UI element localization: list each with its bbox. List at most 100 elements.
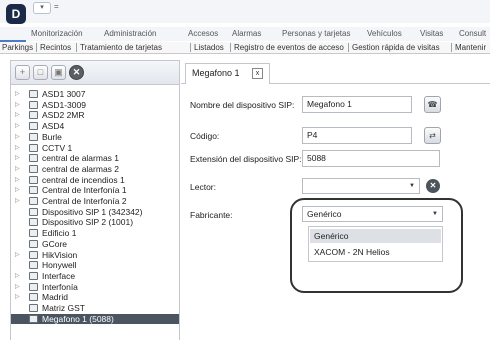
menu-vehiculos[interactable]: Vehículos [367, 29, 402, 38]
tree-item[interactable]: ▷ Central de Interfonía 1 [11, 185, 179, 195]
reader-icon [29, 90, 38, 98]
tree-item[interactable]: ▷ Interface [11, 271, 179, 281]
tool-tratamiento-tarjetas[interactable]: Tratamiento de tarjetas [80, 43, 162, 52]
controller-icon [29, 304, 38, 312]
intercom-icon [29, 282, 38, 291]
tool-gestion-visitas[interactable]: Gestion rápida de visitas [352, 43, 440, 52]
tree-item[interactable]: GCore [11, 239, 179, 249]
tree-item[interactable]: ▷ central de alarmas 2 [11, 164, 179, 174]
tree-item[interactable]: ▷ ASD4 [11, 121, 179, 131]
tree-item-label: central de alarmas 2 [42, 163, 120, 174]
megaphone-icon [29, 314, 38, 323]
tree-item-label: Edificio 1 [42, 228, 77, 239]
tool-recintos[interactable]: Recintos [40, 43, 71, 52]
generate-code-icon[interactable]: ⇄ [424, 127, 441, 144]
expand-arrow-icon[interactable]: ▷ [15, 271, 20, 281]
tree-item-label: CCTV 1 [42, 142, 73, 153]
tree-item-label: ASD4 [42, 121, 65, 132]
reader-select[interactable]: ▼ [302, 178, 420, 194]
menu-consultas[interactable]: Consult [459, 29, 486, 38]
tree-item[interactable]: ▷ CCTV 1 [11, 143, 179, 153]
add-button[interactable]: + [15, 65, 30, 80]
extension-field[interactable]: 5088 [302, 150, 440, 167]
tree-item-label: Interfonía [42, 281, 78, 292]
extension-label: Extensión del dispositivo SIP: [190, 154, 302, 164]
quick-access-more-icon[interactable]: = [54, 2, 59, 11]
tree-item[interactable]: ▷ Burle [11, 132, 179, 142]
tree-item-label: Central de Interfonía 2 [42, 196, 127, 206]
tree-item[interactable]: Edificio 1 [11, 228, 179, 238]
tree-item-label: ASD1-3009 [42, 99, 86, 110]
phone-icon[interactable]: ☎ [424, 96, 441, 113]
expand-arrow-icon[interactable]: ▷ [15, 196, 20, 206]
tree-item-label: Central de Interfonía 1 [42, 185, 127, 196]
menu-personas-tarjetas[interactable]: Personas y tarjetas [282, 29, 350, 38]
reader-icon [29, 100, 38, 109]
tree-item[interactable]: ▷ ASD1-3009 [11, 100, 179, 110]
menu-accesos[interactable]: Accesos [188, 29, 218, 38]
tool-parkings[interactable]: Parkings [2, 43, 33, 52]
clear-icon[interactable]: ✕ [426, 179, 440, 193]
controller-icon [29, 132, 38, 141]
tree-item[interactable]: ▷ central de incendios 1 [11, 175, 179, 185]
expand-arrow-icon[interactable]: ▷ [15, 185, 20, 195]
tree-item[interactable]: Dispositivo SIP 2 (1001) [11, 217, 179, 227]
expand-arrow-icon[interactable]: ▷ [15, 153, 20, 163]
menu-monitorizacion[interactable]: Monitorización [31, 29, 83, 38]
save-icon[interactable]: ▾ [33, 2, 51, 14]
controller-icon [29, 261, 38, 270]
tree-item[interactable]: ▷ ASD1 3007 [11, 89, 179, 99]
expand-arrow-icon[interactable]: ▷ [15, 250, 20, 260]
building-icon [29, 229, 38, 238]
menu-visitas[interactable]: Visitas [420, 29, 443, 38]
menu-administracion[interactable]: Administración [104, 29, 156, 38]
building-icon [29, 293, 38, 302]
code-field[interactable]: P4 [302, 127, 412, 144]
expand-arrow-icon[interactable]: ▷ [15, 89, 20, 99]
intercom-icon [29, 197, 38, 205]
expand-arrow-icon[interactable]: ▷ [15, 292, 20, 302]
expand-arrow-icon[interactable]: ▷ [15, 110, 20, 120]
delete-button[interactable]: ✕ [69, 65, 84, 80]
intercom-icon [29, 186, 38, 195]
expand-arrow-icon[interactable]: ▷ [15, 143, 20, 153]
tool-registro-eventos[interactable]: Registro de eventos de acceso [234, 43, 344, 52]
tree-item-label: Honywell [42, 260, 77, 271]
toolbar-separator [36, 43, 37, 52]
tree-item[interactable]: Matriz GST [11, 303, 179, 313]
tab-megafono-1[interactable]: Megafono 1 x [185, 63, 270, 84]
tree-item[interactable]: Dispositivo SIP 1 (342342) [11, 207, 179, 217]
camera-icon [29, 143, 38, 152]
expand-arrow-icon[interactable]: ▷ [15, 282, 20, 292]
tool-mantenimiento[interactable]: Mantenir [455, 43, 486, 52]
tree-item[interactable]: ▷ Madrid [11, 292, 179, 302]
tree-item[interactable]: ▷ central de alarmas 1 [11, 153, 179, 163]
tree-item[interactable]: Honywell [11, 260, 179, 270]
chevron-down-icon[interactable]: ▼ [409, 179, 415, 193]
toolbar-separator [451, 43, 452, 52]
expand-arrow-icon[interactable]: ▷ [15, 132, 20, 142]
tree-item[interactable]: ▷ HikVision [11, 250, 179, 260]
tool-listados[interactable]: Listados [194, 43, 224, 52]
sip-name-field[interactable]: Megafono 1 [302, 96, 412, 113]
tree-item-label: Burle [42, 131, 62, 142]
tree-item[interactable]: Megafono 1 (5088) [11, 313, 179, 324]
expand-arrow-icon[interactable]: ▷ [15, 175, 20, 185]
menu-alarmas[interactable]: Alarmas [232, 29, 261, 38]
sip-icon [29, 207, 38, 216]
tree-item[interactable]: ▷ Interfonía [11, 282, 179, 292]
expand-arrow-icon[interactable]: ▷ [15, 100, 20, 110]
app-logo[interactable]: D [6, 4, 26, 24]
expand-arrow-icon[interactable]: ▷ [15, 121, 20, 131]
camera-icon [29, 250, 38, 259]
close-icon[interactable]: x [252, 68, 263, 79]
tree-toolbar: + □ ▣ ✕ [11, 61, 179, 85]
save-all-button[interactable]: ▣ [51, 65, 66, 80]
expand-arrow-icon[interactable]: ▷ [15, 164, 20, 174]
ribbon-toolbar: Parkings Recintos Tratamiento de tarjeta… [0, 42, 490, 54]
alarm-panel-icon [29, 154, 38, 163]
tree-item[interactable]: ▷ Central de Interfonía 2 [11, 196, 179, 206]
tree-item[interactable]: ▷ ASD2 2MR [11, 110, 179, 120]
save-button[interactable]: □ [33, 65, 48, 80]
tab-label: Megafono 1 [192, 68, 240, 78]
